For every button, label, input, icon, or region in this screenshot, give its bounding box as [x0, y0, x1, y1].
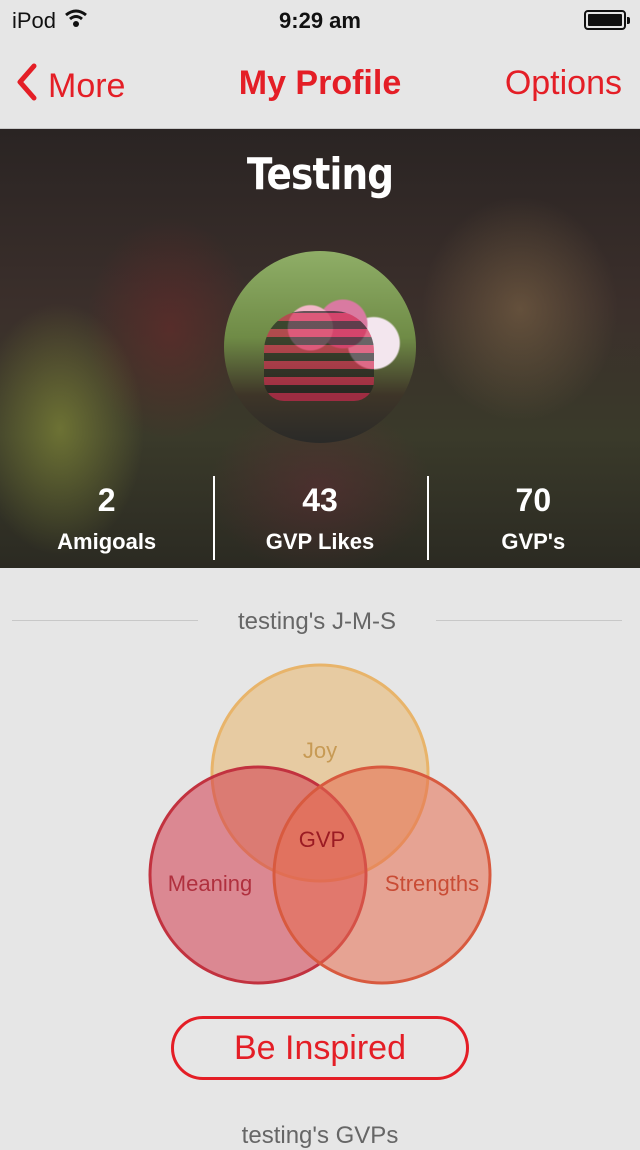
profile-name: Testing [246, 149, 394, 200]
battery-icon [584, 10, 630, 30]
stat-value: 2 [97, 482, 116, 518]
status-time: 9:29 am [279, 8, 361, 33]
navigation-bar: More My Profile Options [0, 40, 640, 129]
stat-label: GVP's [501, 529, 566, 554]
status-bar: iPod 9:29 am [0, 0, 640, 40]
meaning-label: Meaning [168, 871, 252, 896]
jms-section-header: testing's J-M-S [12, 600, 622, 640]
jms-venn-diagram[interactable]: Joy Meaning Strengths GVP [140, 655, 500, 995]
stat-value: 70 [515, 482, 552, 518]
profile-header: Testing 2 Amigoals 43 GVP Likes 70 GVP's [0, 129, 640, 568]
stat-gvps[interactable]: 70 GVP's [426, 476, 640, 568]
be-inspired-button[interactable]: Be Inspired [171, 1016, 469, 1080]
strengths-label: Strengths [385, 871, 479, 896]
stat-gvp-likes[interactable]: 43 GVP Likes [213, 476, 426, 568]
joy-label: Joy [303, 738, 337, 763]
stat-label: Amigoals [57, 529, 157, 554]
divider-line-right [436, 620, 622, 621]
avatar[interactable] [224, 251, 416, 443]
gvps-section-title: testing's GVPs [241, 1122, 399, 1149]
jms-section-title: testing's J-M-S [238, 608, 396, 635]
stat-amigoals[interactable]: 2 Amigoals [0, 476, 213, 568]
stat-label: GVP Likes [265, 529, 375, 554]
stat-value: 43 [302, 482, 338, 518]
profile-stats: 2 Amigoals 43 GVP Likes 70 GVP's [0, 476, 640, 568]
gvp-center-label: GVP [299, 827, 345, 852]
options-button[interactable]: Options [505, 64, 622, 103]
